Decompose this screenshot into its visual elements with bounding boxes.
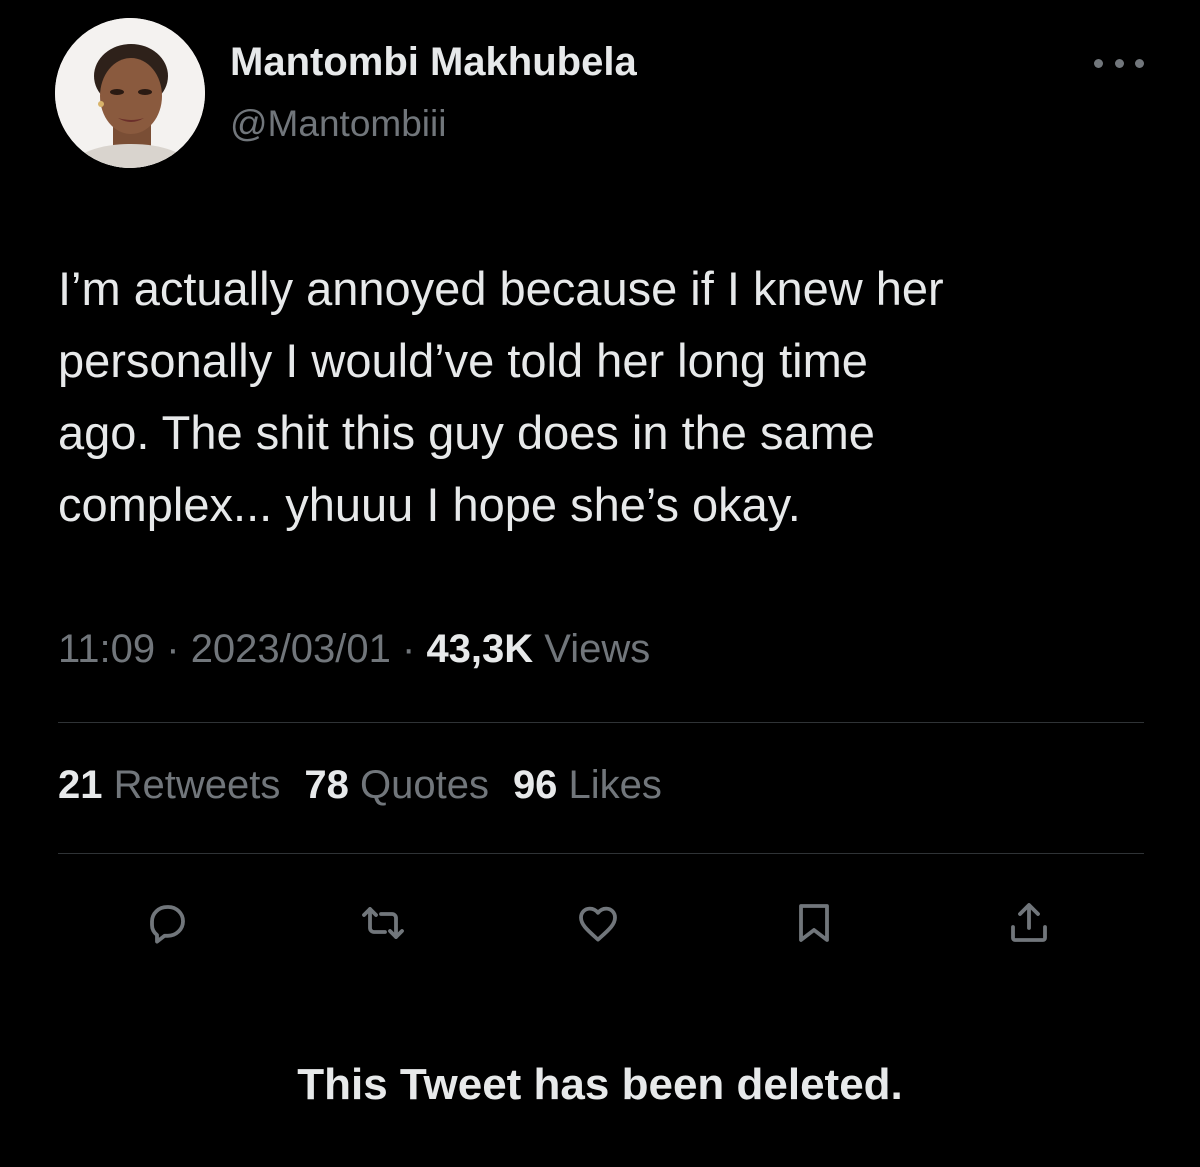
likes-label: Likes: [557, 763, 662, 807]
reply-icon: [150, 905, 185, 944]
views-label: Views: [533, 627, 651, 671]
more-dot: [1135, 58, 1144, 68]
meta-separator: ·: [390, 627, 427, 671]
tweet-time[interactable]: 11:09: [58, 627, 155, 671]
tweet-text-line: I’m actually annoyed because if I knew h…: [58, 262, 944, 315]
like-button[interactable]: [568, 893, 628, 953]
reply-button[interactable]: [137, 893, 197, 953]
tweet-text-line: personally I would’ve told her long time: [58, 334, 868, 387]
bookmark-icon: [799, 904, 829, 942]
quotes-count: 78: [304, 763, 349, 807]
retweets-label: Retweets: [102, 763, 281, 807]
tweet-detail: Mantombi Makhubela @Mantombiii I’m actua…: [0, 0, 1200, 1167]
tweet-text: I’m actually annoyed because if I knew h…: [58, 253, 1158, 541]
avatar[interactable]: [55, 18, 205, 168]
author-display-name[interactable]: Mantombi Makhubela: [230, 40, 637, 85]
more-dot: [1094, 58, 1103, 68]
tweet-text-line: ago. The shit this guy does in the same: [58, 406, 875, 459]
likes-stat[interactable]: 96 Likes: [513, 763, 662, 807]
retweet-icon: [362, 907, 404, 939]
divider: [58, 853, 1144, 854]
meta-separator: ·: [155, 627, 191, 671]
likes-count: 96: [512, 763, 558, 807]
quotes-label: Quotes: [348, 763, 489, 807]
retweets-stat[interactable]: 21 Retweets: [58, 763, 280, 807]
more-options-icon[interactable]: [1094, 50, 1144, 76]
quotes-stat[interactable]: 78 Quotes: [304, 763, 489, 807]
author-handle[interactable]: @Mantombiii: [230, 103, 446, 145]
views-count: 43,3K: [426, 627, 534, 671]
deleted-notice: This Tweet has been deleted.: [297, 1060, 903, 1109]
tweet-text-line: complex... yhuuu I hope she’s okay.: [58, 478, 801, 531]
bookmark-button[interactable]: [784, 893, 844, 953]
profile-photo: [55, 18, 205, 168]
tweet-date[interactable]: 2023/03/01: [191, 627, 391, 671]
share-button[interactable]: [999, 893, 1059, 953]
divider: [58, 722, 1144, 723]
engagement-stats: 21 Retweets 78 Quotes 96 Likes: [58, 763, 662, 808]
more-dot: [1114, 58, 1124, 68]
retweet-button[interactable]: [353, 893, 413, 953]
share-icon: [1011, 903, 1047, 942]
tweet-meta: 11:09 · 2023/03/01 · 43,3K Views: [58, 627, 650, 672]
heart-icon: [579, 906, 617, 942]
retweets-count: 21: [58, 763, 103, 807]
